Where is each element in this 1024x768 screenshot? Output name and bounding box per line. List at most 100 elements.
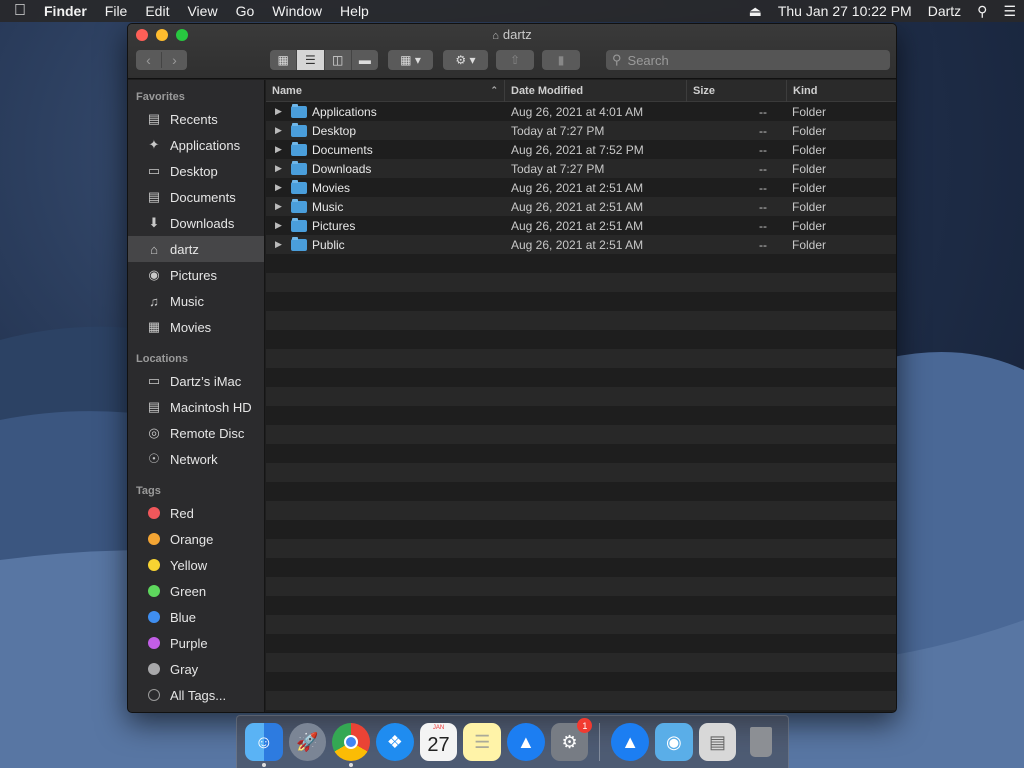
sidebar-tag-purple[interactable]: Purple [128, 630, 264, 656]
file-row-documents[interactable]: ▶ Documents Aug 26, 2021 at 7:52 PM -- Folde… [266, 140, 896, 159]
action-menu-button[interactable]: ⚙ ▾ [443, 50, 488, 70]
disclosure-triangle-icon[interactable]: ▶ [275, 201, 291, 212]
share-button[interactable]: ⇧ [496, 50, 534, 70]
sidebar-tag-green[interactable]: Green [128, 578, 264, 604]
home-icon: ⌂ [150, 241, 158, 257]
list-view-button[interactable]: ☰ [296, 50, 324, 70]
file-list: Name ⌃ Date Modified Size Kind ▶ Applicati… [266, 79, 896, 712]
file-row-public[interactable]: ▶ Public Aug 26, 2021 at 2:51 AM -- Folder [266, 235, 896, 254]
disclosure-triangle-icon[interactable]: ▶ [275, 125, 291, 136]
sidebar-tag-blue[interactable]: Blue [128, 604, 264, 630]
disclosure-triangle-icon[interactable]: ▶ [275, 106, 291, 117]
app-menu-finder[interactable]: Finder [40, 3, 96, 19]
file-date: Aug 26, 2021 at 4:01 AM [511, 104, 644, 119]
dock-finder-icon[interactable]: ☺ [245, 723, 283, 767]
search-input[interactable] [627, 52, 868, 68]
file-name-cell: ▶ Desktop [266, 122, 505, 138]
sidebar-item-applications[interactable]: ✦ Applications [128, 132, 264, 158]
dock-safari-icon[interactable]: ❖ [376, 723, 414, 761]
dock-system-preferences-icon[interactable]: ⚙ 1 [550, 718, 593, 761]
sidebar-tag-red[interactable]: Red [128, 500, 264, 526]
sidebar-item-label: dartz [170, 241, 199, 257]
file-size: -- [759, 161, 767, 176]
tag-color-dot [148, 559, 160, 571]
dock-app-store-icon[interactable]: ▲ [507, 723, 545, 761]
column-header-date[interactable]: Date Modified [505, 79, 687, 102]
tag-color-dot [148, 637, 160, 649]
menu-go[interactable]: Go [227, 3, 264, 19]
sidebar-item-label: Red [170, 505, 194, 521]
sidebar-item-pictures[interactable]: ◉ Pictures [128, 262, 264, 288]
column-header-name[interactable]: Name ⌃ [266, 79, 505, 102]
grid-icon: ▦ [400, 53, 412, 67]
tag-color-dot [148, 611, 160, 623]
column-header: Name ⌃ Date Modified Size Kind [266, 79, 896, 102]
sidebar-item-recents[interactable]: ▤ Recents [128, 106, 264, 132]
menu-user[interactable]: Dartz [920, 3, 969, 19]
sidebar-tag-yellow[interactable]: Yellow [128, 552, 264, 578]
dock-trash-icon[interactable] [742, 723, 780, 761]
menu-help[interactable]: Help [331, 3, 378, 19]
dock-app-store-download-icon[interactable]: ▲ [611, 723, 650, 761]
sidebar-item-network[interactable]: ☉ Network [128, 446, 264, 472]
edit-tags-button[interactable]: ▮ [542, 50, 580, 70]
menu-edit[interactable]: Edit [136, 3, 178, 19]
file-row-pictures[interactable]: ▶ Pictures Aug 26, 2021 at 2:51 AM -- Folder [266, 216, 896, 235]
eject-icon[interactable]: ⏏ [741, 3, 770, 20]
disclosure-triangle-icon[interactable]: ▶ [275, 220, 291, 231]
sidebar-item-desktop[interactable]: ▭ Desktop [128, 158, 264, 184]
menu-clock[interactable]: Thu Jan 27 10:22 PM [770, 3, 920, 19]
icon-view-button[interactable]: ▦ [270, 50, 296, 70]
sidebar-header-favorites: Favorites [136, 91, 185, 103]
group-by-button[interactable]: ▦ ▾ [388, 50, 433, 70]
column-label: Size [693, 84, 716, 97]
disclosure-triangle-icon[interactable]: ▶ [275, 163, 291, 174]
notification-center-icon[interactable]: ☰ [995, 3, 1024, 20]
sidebar-item-downloads[interactable]: ⬇ Downloads [128, 210, 264, 236]
file-kind: Folder [792, 123, 827, 138]
sidebar-all-tags[interactable]: All Tags... [128, 682, 264, 708]
sidebar-item-label: Macintosh HD [170, 399, 252, 415]
dock-downloads-folder-icon[interactable]: ◉ [655, 723, 693, 761]
folder-icon [291, 103, 307, 118]
forward-button[interactable]: › [161, 52, 187, 68]
file-name: Public [312, 237, 345, 252]
column-view-button[interactable]: ◫ [323, 50, 351, 70]
disclosure-triangle-icon[interactable]: ▶ [275, 239, 291, 250]
disclosure-triangle-icon[interactable]: ▶ [275, 182, 291, 193]
menu-view[interactable]: View [178, 3, 226, 19]
folder-icon [291, 122, 307, 137]
dock-launchpad-icon[interactable]: 🚀 [288, 723, 327, 761]
column-header-size[interactable]: Size [687, 79, 787, 102]
disclosure-triangle-icon[interactable]: ▶ [275, 144, 291, 155]
menu-window[interactable]: Window [263, 3, 331, 19]
back-button[interactable]: ‹ [136, 52, 161, 68]
dock-chrome-icon[interactable] [332, 723, 371, 767]
dock-notes-icon[interactable]: ☰ [463, 723, 502, 761]
sidebar-item-dartz[interactable]: ⌂ dartz [128, 236, 264, 262]
sidebar-item-macintosh-hd[interactable]: ▤ Macintosh HD [128, 394, 264, 420]
dock-calendar-icon[interactable]: JAN 27 [419, 723, 458, 761]
column-header-kind[interactable]: Kind [787, 80, 896, 102]
file-row-downloads[interactable]: ▶ Downloads Today at 7:27 PM -- Folder [266, 159, 896, 178]
sidebar-item-remote-disc[interactable]: ◎ Remote Disc [128, 420, 264, 446]
apple-menu-icon[interactable]:  [0, 2, 40, 20]
chevron-down-icon: ▾ [414, 53, 421, 67]
file-row-movies[interactable]: ▶ Movies Aug 26, 2021 at 2:51 AM -- Folder [266, 178, 896, 197]
sidebar-item-label: Movies [170, 319, 212, 335]
sidebar-item-music[interactable]: ♫ Music [128, 288, 264, 314]
sidebar-item-documents[interactable]: ▤ Documents [128, 184, 264, 210]
file-row-desktop[interactable]: ▶ Desktop Today at 7:27 PM -- Folder [266, 121, 896, 140]
file-row-music[interactable]: ▶ Music Aug 26, 2021 at 2:51 AM -- Folder [266, 197, 896, 216]
file-row-applications[interactable]: ▶ Applications Aug 26, 2021 at 4:01 AM -- Fo… [266, 102, 896, 121]
search-field[interactable]: ⚲ [606, 50, 890, 70]
sidebar-item-label: Downloads [170, 215, 235, 231]
sidebar-item-movies[interactable]: ▦ Movies [128, 314, 264, 340]
sidebar-item-imac[interactable]: ▭ Dartz’s iMac [128, 368, 264, 394]
sidebar-tag-gray[interactable]: Gray [128, 656, 264, 682]
gallery-view-button[interactable]: ▬ [350, 50, 378, 70]
sidebar-tag-orange[interactable]: Orange [128, 526, 264, 552]
dock-recent-documents-icon[interactable]: ▤ [698, 723, 737, 761]
spotlight-search-icon[interactable]: ⚲ [969, 3, 995, 20]
menu-file[interactable]: File [96, 3, 137, 19]
